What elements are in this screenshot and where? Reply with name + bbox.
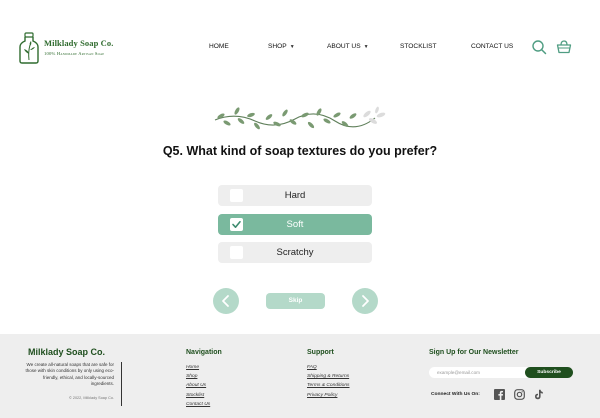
footer-link-privacy[interactable]: Privacy Policy [307, 391, 350, 400]
search-icon[interactable] [531, 39, 547, 55]
subscribe-button[interactable]: Subscribe [525, 367, 573, 378]
brand-name: Milklady Soap Co. [44, 38, 114, 48]
nav-home-label: HOME [209, 43, 229, 50]
footer-link-contact[interactable]: Contact Us [186, 400, 210, 409]
chevron-down-icon: ▼ [363, 44, 369, 50]
footer-link-terms[interactable]: Terms & Conditions [307, 381, 350, 390]
next-button[interactable] [352, 288, 378, 314]
option-label: Hard [284, 190, 306, 201]
footer-link-faq[interactable]: FAQ [307, 363, 350, 372]
footer-link-shop[interactable]: Shop [186, 372, 210, 381]
footer-description: We create all-natural soaps that are saf… [25, 362, 114, 386]
instagram-icon[interactable] [514, 389, 525, 400]
chevron-down-icon: ▼ [289, 44, 295, 50]
nav-about[interactable]: ABOUT US ▼ [327, 43, 369, 50]
footer-support-heading: Support [307, 349, 334, 356]
facebook-icon[interactable] [494, 389, 505, 400]
basket-icon[interactable] [556, 39, 572, 55]
nav-stocklist[interactable]: STOCKLIST [400, 43, 437, 50]
footer-navigation-heading: Navigation [186, 349, 222, 356]
nav-about-label: ABOUT US [327, 43, 361, 50]
footer-navigation-links: Home Shop About Us Stocklist Contact Us [186, 363, 210, 409]
chevron-left-icon [222, 295, 229, 307]
option-hard[interactable]: Hard [218, 185, 372, 206]
previous-button[interactable] [213, 288, 239, 314]
question-title: Q5. What kind of soap textures do you pr… [162, 144, 438, 158]
chevron-right-icon [362, 295, 369, 307]
vine-progress-ornament [214, 106, 386, 130]
brand-tagline: 100% Handmade Artisan Soap [44, 51, 105, 56]
nav-shop-label: SHOP [268, 43, 287, 50]
footer-link-shipping[interactable]: Shipping & Returns [307, 372, 350, 381]
footer-support-links: FAQ Shipping & Returns Terms & Condition… [307, 363, 350, 400]
newsletter-heading: Sign Up for Our Newsletter [429, 349, 519, 356]
tiktok-icon[interactable] [533, 389, 544, 400]
footer-copyright: © 2022, Milklady Soap Co. [68, 396, 114, 400]
nav-stocklist-label: STOCKLIST [400, 43, 437, 50]
newsletter-email-input[interactable] [429, 367, 535, 378]
connect-label: Connect With Us On: [431, 392, 480, 397]
nav-contact[interactable]: CONTACT US [471, 43, 513, 50]
option-soft[interactable]: Soft [218, 214, 372, 235]
option-scratchy[interactable]: Scratchy [218, 242, 372, 263]
footer-divider [121, 362, 122, 406]
option-label: Scratchy [276, 247, 314, 258]
footer-brand: Milklady Soap Co. [28, 347, 106, 357]
brand-logo[interactable]: Milklady Soap Co. 100% Handmade Artisan … [18, 32, 148, 64]
nav-shop[interactable]: SHOP ▼ [268, 43, 295, 50]
milk-bottle-icon [19, 32, 39, 64]
footer-link-about[interactable]: About Us [186, 381, 210, 390]
option-label: Soft [286, 219, 304, 230]
nav-home[interactable]: HOME [209, 43, 229, 50]
skip-button[interactable]: Skip [266, 293, 325, 309]
footer-link-home[interactable]: Home [186, 363, 210, 372]
nav-contact-label: CONTACT US [471, 43, 514, 50]
footer-link-stocklist[interactable]: Stocklist [186, 391, 210, 400]
